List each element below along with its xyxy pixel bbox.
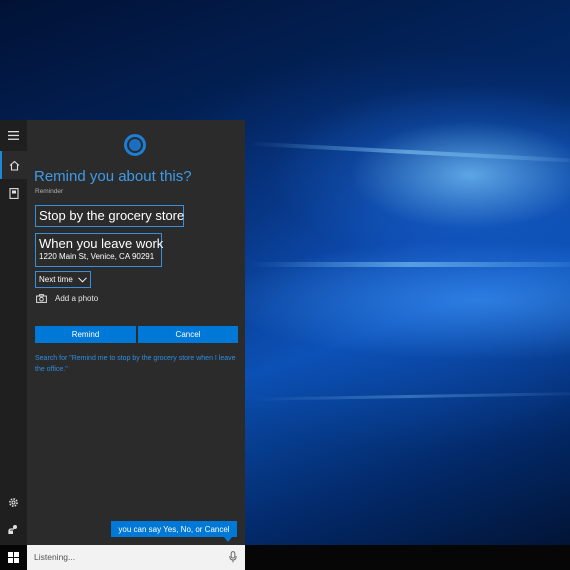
gear-icon <box>9 497 18 507</box>
reminder-address-text: 1220 Main St, Venice, CA 90291 <box>39 252 155 261</box>
start-button[interactable] <box>0 545 27 570</box>
reminder-subject-text: Stop by the grocery store <box>39 208 185 223</box>
settings-nav-button[interactable] <box>0 488 27 516</box>
camera-icon <box>36 294 47 303</box>
hamburger-menu-button[interactable] <box>0 121 27 149</box>
search-suggestion-link[interactable]: Search for "Remind me to stop by the gro… <box>35 353 240 375</box>
home-icon <box>9 160 20 171</box>
cortana-panel: Remind you about this? Reminder Stop by … <box>27 120 245 545</box>
notebook-icon <box>8 187 19 199</box>
voice-hint-bubble: you can say Yes, No, or Cancel <box>111 521 237 542</box>
cortana-logo-icon <box>124 134 146 156</box>
microphone-icon[interactable] <box>229 551 237 563</box>
add-photo-label: Add a photo <box>55 294 99 303</box>
reminder-trigger-field[interactable]: When you leave work 1220 Main St, Venice… <box>35 233 164 267</box>
feedback-nav-button[interactable] <box>0 515 27 543</box>
search-input-text: Listening... <box>34 552 76 562</box>
taskbar: Listening... <box>0 545 570 570</box>
add-photo-button[interactable]: Add a photo <box>36 294 98 303</box>
hamburger-menu-icon <box>8 130 19 140</box>
reminder-label: Reminder <box>35 188 64 195</box>
notebook-nav-button[interactable] <box>0 179 27 207</box>
cancel-button[interactable]: Cancel <box>138 326 238 343</box>
feedback-icon <box>8 524 17 534</box>
reminder-subject-field[interactable]: Stop by the grocery store <box>35 205 184 227</box>
page-title: Remind you about this? <box>34 168 192 185</box>
home-nav-button[interactable] <box>0 151 27 179</box>
remind-button[interactable]: Remind <box>35 326 136 343</box>
time-option-dropdown[interactable]: Next time <box>35 271 91 288</box>
chevron-down-icon <box>78 276 87 283</box>
cortana-nav-rail <box>0 120 27 545</box>
windows-logo-icon <box>8 552 19 563</box>
reminder-trigger-text: When you leave work <box>39 236 164 251</box>
search-input[interactable]: Listening... <box>27 545 245 570</box>
time-option-value: Next time <box>39 275 73 284</box>
